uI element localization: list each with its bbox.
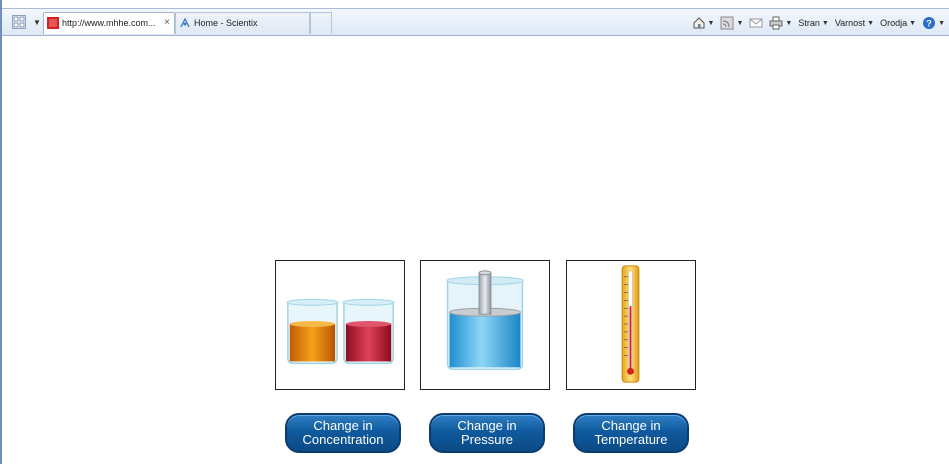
printer-icon	[769, 16, 783, 30]
mail-icon	[749, 18, 763, 28]
change-temperature-button[interactable]: Change in Temperature	[573, 413, 689, 453]
home-button[interactable]: ▼	[692, 16, 715, 30]
browser-window: ▼ http://www.mhhe.com... × Home - Scient…	[0, 0, 949, 464]
page-menu-label: Stran	[798, 18, 820, 28]
chevron-down-icon: ▼	[909, 19, 917, 27]
safety-menu-label: Varnost	[834, 18, 866, 28]
chevron-down-icon: ▼	[867, 19, 875, 27]
beakers-icon	[286, 298, 395, 365]
concentration-panel[interactable]	[275, 260, 405, 390]
tools-menu[interactable]: Orodja ▼	[880, 18, 916, 28]
tools-menu-label: Orodja	[880, 18, 908, 28]
chevron-down-icon: ▼	[821, 19, 829, 27]
tab-bar: ▼ http://www.mhhe.com... × Home - Scient…	[2, 8, 949, 36]
tab-scientix[interactable]: Home - Scientix	[175, 12, 310, 34]
thermometer-icon	[621, 265, 640, 383]
tab-mhhe-label: http://www.mhhe.com...	[62, 18, 156, 28]
button-line-2: Temperature	[594, 432, 668, 447]
scientix-favicon-icon	[180, 17, 190, 28]
tab-mhhe[interactable]: http://www.mhhe.com... ×	[43, 12, 175, 34]
chevron-down-icon: ▼	[785, 19, 793, 27]
home-icon	[693, 17, 705, 29]
print-button[interactable]: ▼	[769, 16, 792, 30]
change-pressure-button[interactable]: Change in Pressure	[429, 413, 545, 453]
button-line-1: Change in	[457, 418, 517, 433]
close-tab-icon[interactable]: ×	[164, 13, 170, 33]
new-tab-button[interactable]	[310, 12, 332, 34]
chevron-down-icon: ▼	[938, 19, 945, 27]
button-line-1: Change in	[313, 418, 373, 433]
safety-menu[interactable]: Varnost ▼	[835, 18, 874, 28]
svg-text:?: ?	[926, 19, 932, 29]
chevron-down-icon: ▼	[707, 19, 715, 27]
change-concentration-button[interactable]: Change in Concentration	[285, 413, 401, 453]
tab-list-dropdown-icon[interactable]: ▼	[33, 18, 41, 27]
page-menu[interactable]: Stran ▼	[798, 18, 828, 28]
button-line-2: Concentration	[302, 432, 384, 447]
quick-tabs-icon[interactable]	[12, 15, 26, 29]
button-line-1: Change in	[601, 418, 661, 433]
help-icon: ?	[923, 17, 936, 29]
pressure-panel[interactable]	[420, 260, 550, 390]
mhhe-favicon-icon	[47, 17, 59, 29]
help-menu[interactable]: ? ▼	[922, 16, 945, 30]
tab-scientix-label: Home - Scientix	[194, 18, 258, 28]
piston-beaker-icon	[446, 270, 524, 371]
rss-icon	[720, 16, 734, 30]
command-bar: ▼ ▼ ▼ Stran ▼ Varnost ▼ Orodja ▼ ? ▼	[692, 15, 945, 31]
chevron-down-icon: ▼	[736, 19, 744, 27]
feeds-button[interactable]: ▼	[720, 16, 743, 30]
button-line-2: Pressure	[460, 432, 514, 447]
temperature-panel[interactable]	[566, 260, 696, 390]
mail-button[interactable]	[749, 16, 763, 30]
